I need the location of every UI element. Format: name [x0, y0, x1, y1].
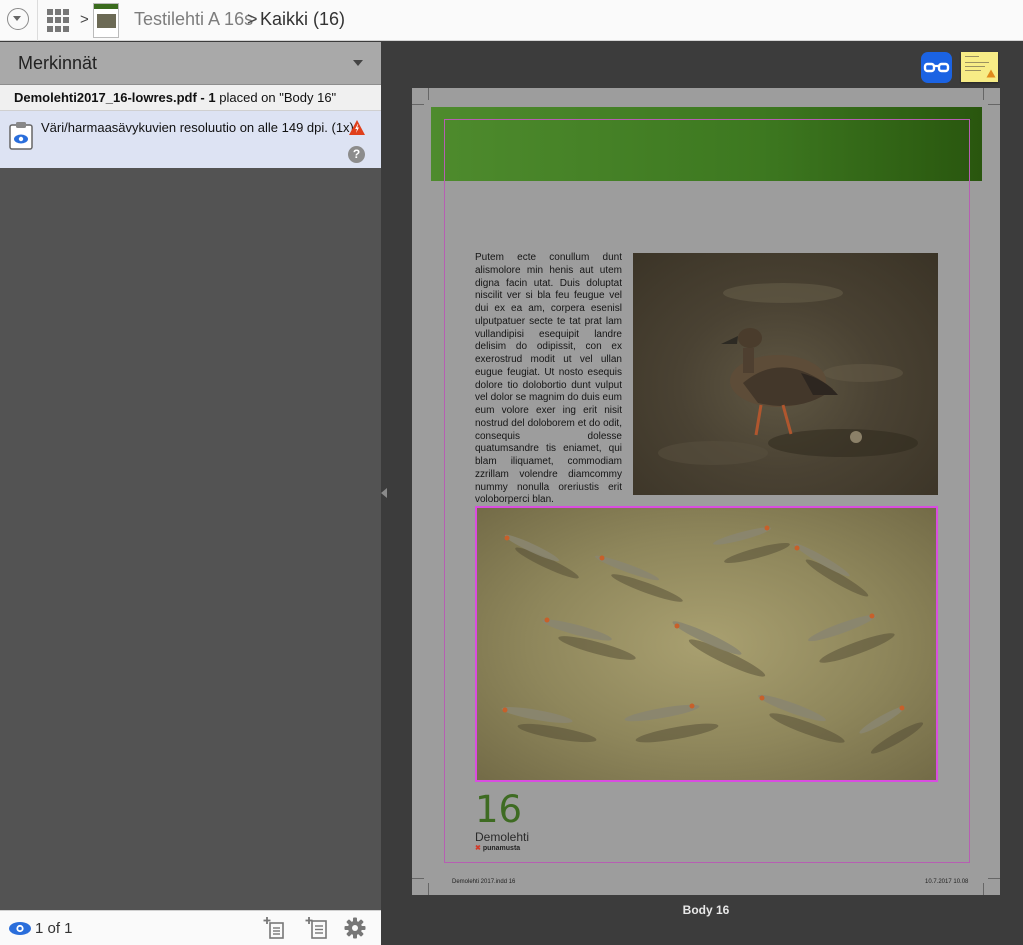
body-text-frame: Putem ecte conullum dunt alismolore min … [475, 252, 622, 506]
top-bar: > Testilehti A 16s > Kaikki (16) [0, 0, 1023, 41]
file-name: Demolehti2017_16-lowres.pdf [14, 90, 197, 105]
sticky-note-icon[interactable] [961, 52, 998, 82]
placement-text: placed on "Body 16" [219, 90, 337, 105]
chevron-down-icon[interactable] [353, 60, 363, 66]
collapse-sidebar-handle[interactable] [381, 488, 387, 498]
crop-mark [428, 88, 429, 100]
divider [37, 0, 38, 41]
warning-triangle-icon [986, 69, 996, 78]
publisher-logo: ✖ punamusta [475, 845, 521, 852]
slug-info-left: Demolehti 2017.indd 16 [452, 879, 516, 885]
help-circle-icon[interactable]: ? [348, 146, 365, 163]
gear-icon[interactable] [343, 916, 367, 940]
crop-mark [988, 104, 1000, 105]
glasses-icon[interactable] [921, 52, 952, 83]
sidebar-header[interactable]: Merkinnät [0, 42, 381, 85]
crop-mark [428, 883, 429, 895]
crop-mark [983, 883, 984, 895]
breadcrumb-separator: > [247, 9, 258, 29]
breadcrumb-page-filter[interactable]: Kaikki (16) [260, 9, 345, 30]
issue-pager: 1 of 1 [35, 920, 73, 937]
breadcrumb-separator: > [80, 11, 89, 28]
add-page-icon[interactable] [263, 916, 287, 940]
preflight-issue[interactable]: Väri/harmaasävykuvien resoluutio on alle… [0, 111, 381, 168]
sidebar-footer: 1 of 1 [0, 910, 381, 945]
file-row[interactable]: Demolehti2017_16-lowres.pdf - 1 placed o… [0, 85, 381, 111]
crop-mark [983, 88, 984, 100]
main-menu-button[interactable] [7, 8, 29, 30]
add-page-list-icon[interactable] [305, 916, 329, 940]
breadcrumb-document-title[interactable]: Testilehti A 16s [134, 9, 253, 30]
duck-photo[interactable] [633, 253, 938, 495]
page-label: Body 16 [682, 903, 730, 917]
sidebar-title: Merkinnät [18, 53, 98, 73]
crop-mark [412, 104, 424, 105]
slug-info-right: 10.7.2017 10.08 [925, 879, 969, 885]
annotations-sidebar: Merkinnät Demolehti2017_16-lowres.pdf - … [0, 42, 381, 945]
brand-name: Demolehti [475, 830, 530, 844]
issue-description: Väri/harmaasävykuvien resoluutio on alle… [41, 120, 354, 135]
document-thumbnail[interactable] [93, 3, 119, 38]
file-separator: - [200, 90, 205, 105]
page-number: 16 [475, 788, 523, 831]
publisher-logo-text: punamusta [482, 845, 521, 852]
crop-mark [412, 878, 424, 879]
grid-icon[interactable] [47, 9, 70, 32]
fish-photo[interactable] [475, 506, 938, 782]
eye-icon[interactable] [8, 921, 32, 936]
placement-count: 1 [208, 90, 216, 105]
clipboard-eye-icon[interactable] [8, 120, 34, 150]
page-preview[interactable]: Putem ecte conullum dunt alismolore min … [412, 88, 1000, 895]
crop-mark [988, 878, 1000, 879]
warning-triangle-icon [349, 120, 365, 135]
